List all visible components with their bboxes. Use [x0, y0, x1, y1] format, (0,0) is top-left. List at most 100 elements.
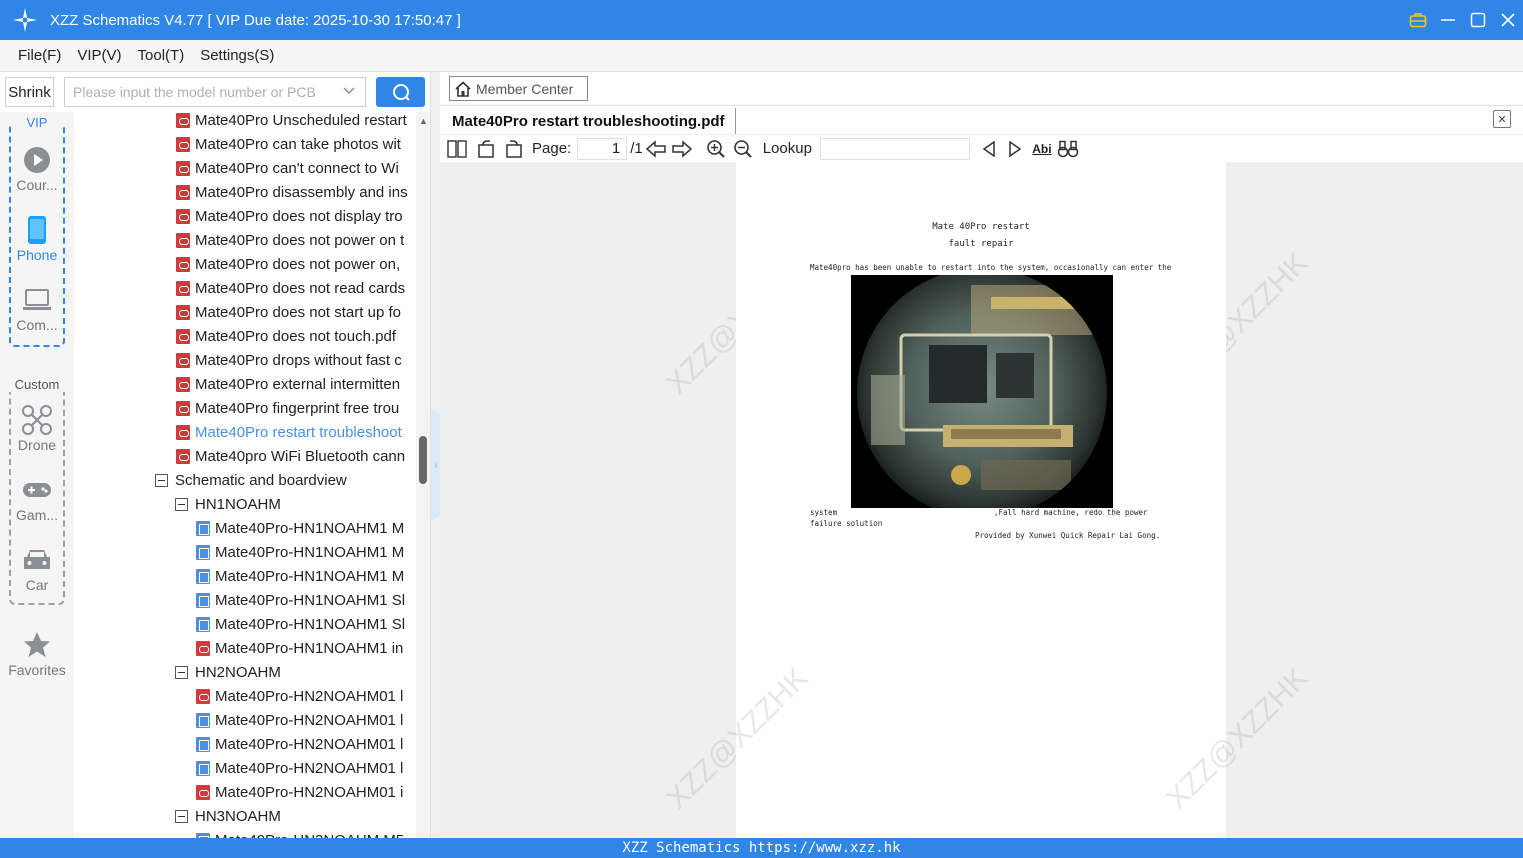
status-text: XZZ Schematics https://www.xzz.hk	[622, 840, 901, 856]
tree-file-item[interactable]: Mate40Pro does not display tro	[176, 204, 416, 228]
doc-text-line: Mate40pro has been unable to restart int…	[810, 263, 1172, 272]
category-phone[interactable]: Phone	[0, 213, 74, 263]
tree-item-label: Mate40Pro disassembly and ins	[195, 183, 408, 201]
close-button[interactable]	[1493, 0, 1523, 40]
tree-file-item[interactable]: Mate40Pro can take photos wit	[176, 132, 416, 156]
tree-file-item[interactable]: Mate40Pro drops without fast c	[176, 348, 416, 372]
menu-settings[interactable]: Settings(S)	[200, 47, 274, 64]
category-car[interactable]: Car	[0, 543, 74, 593]
vip-bag-icon[interactable]	[1403, 0, 1433, 40]
tree-file-item[interactable]: Mate40Pro can't connect to Wi	[176, 156, 416, 180]
collapse-toggle-icon[interactable]	[175, 809, 188, 823]
tree-item-label: Mate40Pro-HN2NOAHM01 l	[215, 735, 404, 753]
phone-icon	[0, 213, 74, 247]
member-center-label: Member Center	[476, 80, 574, 97]
laptop-icon	[0, 283, 74, 317]
boardview-file-icon	[196, 760, 210, 776]
tree-item-label: Mate40Pro-HN1NOAHM1 in	[215, 639, 404, 657]
category-drone[interactable]: Drone	[0, 403, 74, 453]
tree-scrollbar[interactable]: ▲	[416, 112, 430, 838]
scrollbar-thumb[interactable]	[419, 436, 427, 484]
tree-file-item[interactable]: Mate40Pro-HN2NOAHM01 l	[196, 732, 416, 756]
collapse-toggle-icon[interactable]	[155, 473, 168, 487]
document-tab[interactable]: Mate40Pro restart troubleshooting.pdf	[452, 108, 736, 134]
minimize-button[interactable]	[1433, 0, 1463, 40]
category-label: Com...	[16, 317, 58, 333]
doc-title-line1: Mate 40Pro restart	[932, 222, 1030, 232]
lookup-label: Lookup	[762, 140, 812, 157]
tree-file-item[interactable]: Mate40Pro-HN1NOAHM1 M	[196, 540, 416, 564]
zoom-out-icon[interactable]	[731, 137, 755, 161]
category-favorites[interactable]: Favorites	[0, 628, 74, 678]
boardview-file-icon	[196, 616, 210, 632]
category-computer[interactable]: Com...	[0, 283, 74, 333]
binoculars-icon[interactable]	[1056, 137, 1080, 161]
pdf-page: Mate 40Pro restart fault repair Mate40pr…	[736, 162, 1226, 838]
doc-text-line: failure solution	[810, 519, 883, 528]
category-game[interactable]: Gam...	[0, 473, 74, 523]
tree-file-item[interactable]: Mate40Pro does not power on t	[176, 228, 416, 252]
search-button[interactable]	[376, 77, 425, 107]
drone-icon	[0, 403, 74, 437]
category-course[interactable]: Cour...	[0, 143, 74, 193]
tree-folder-sub3[interactable]: HN3NOAHM	[175, 804, 416, 828]
category-label: Car	[25, 577, 49, 593]
collapse-toggle-icon[interactable]	[175, 497, 188, 511]
tree-file-item[interactable]: Mate40Pro does not start up fo	[176, 300, 416, 324]
maximize-button[interactable]	[1463, 0, 1493, 40]
menu-tool[interactable]: Tool(T)	[138, 47, 185, 64]
member-center-button[interactable]: Member Center	[449, 76, 588, 101]
pdf-file-icon	[176, 400, 190, 416]
search-icon	[392, 84, 410, 101]
zoom-in-icon[interactable]	[701, 137, 731, 161]
chevron-down-icon[interactable]	[343, 84, 355, 98]
tree-file-item[interactable]: Mate40Pro does not read cards	[176, 276, 416, 300]
tree-folder-schematic[interactable]: Schematic and boardview	[155, 468, 416, 492]
tree-file-item[interactable]: Mate40pro WiFi Bluetooth cann	[176, 444, 416, 468]
tree-file-item[interactable]: Mate40Pro disassembly and ins	[176, 180, 416, 204]
page-number-input[interactable]: 1	[577, 137, 628, 160]
pdf-file-icon	[176, 136, 190, 152]
scroll-up-icon[interactable]: ▲	[419, 116, 428, 126]
menu-vip[interactable]: VIP(V)	[77, 47, 121, 64]
pdf-file-icon	[176, 280, 190, 296]
rotate-right-icon[interactable]	[500, 137, 526, 161]
next-page-icon[interactable]	[669, 137, 695, 161]
menu-file[interactable]: File(F)	[18, 47, 61, 64]
tree-file-item[interactable]: Mate40Pro does not power on,	[176, 252, 416, 276]
lookup-input[interactable]	[819, 137, 970, 160]
tree-file-item[interactable]: Mate40Pro restart troubleshoot	[176, 420, 416, 444]
tree-file-item[interactable]: Mate40Pro-HN1NOAHM1 M	[196, 516, 416, 540]
find-previous-icon[interactable]	[976, 137, 1002, 161]
panel-splitter[interactable]: ‹	[430, 72, 441, 838]
search-input[interactable]: Please input the model number or PCB	[64, 77, 366, 107]
tree-file-item[interactable]: Mate40Pro external intermitten	[176, 372, 416, 396]
tree-file-item[interactable]: Mate40Pro fingerprint free trou	[176, 396, 416, 420]
tree-file-item[interactable]: Mate40Pro-HN3NOAHM M5	[196, 828, 416, 838]
tree-item-label: Mate40pro WiFi Bluetooth cann	[195, 447, 406, 465]
tree-folder-sub2[interactable]: HN2NOAHM	[175, 660, 416, 684]
tree-file-item[interactable]: Mate40Pro-HN1NOAHM1 Sl	[196, 588, 416, 612]
shrink-button[interactable]: Shrink	[5, 77, 54, 107]
tree-file-item[interactable]: Mate40Pro-HN1NOAHM1 M	[196, 564, 416, 588]
tree-file-item[interactable]: Mate40Pro-HN2NOAHM01 l	[196, 684, 416, 708]
tree-file-item[interactable]: Mate40Pro-HN2NOAHM01 l	[196, 756, 416, 780]
rotate-left-icon[interactable]	[474, 137, 500, 161]
collapse-toggle-icon[interactable]	[175, 665, 188, 679]
category-bar: VIP Custom Cour... Phone Com... Drone Ga…	[0, 112, 74, 838]
tree-file-item[interactable]: Mate40Pro-HN1NOAHM1 Sl	[196, 612, 416, 636]
tree-file-item[interactable]: Mate40Pro Unscheduled restart	[176, 112, 416, 132]
two-page-icon[interactable]	[440, 137, 474, 161]
tree-file-item[interactable]: Mate40Pro does not touch.pdf	[176, 324, 416, 348]
match-case-icon[interactable]: Abi	[1028, 137, 1056, 161]
close-tab-icon[interactable]: ✕	[1493, 110, 1511, 128]
pdf-viewer[interactable]: XZZ@XZZHK XZZ@XZZHK Mate 40Pro restart f…	[440, 162, 1523, 838]
tree-item-label: HN3NOAHM	[195, 807, 281, 825]
tree-folder-sub1[interactable]: HN1NOAHM	[175, 492, 416, 516]
find-next-icon[interactable]	[1002, 137, 1028, 161]
previous-page-icon[interactable]	[643, 137, 669, 161]
tree-file-item[interactable]: Mate40Pro-HN2NOAHM01 i	[196, 780, 416, 804]
tree-file-item[interactable]: Mate40Pro-HN1NOAHM1 in	[196, 636, 416, 660]
tree-file-item[interactable]: Mate40Pro-HN2NOAHM01 l	[196, 708, 416, 732]
microscope-photo	[851, 275, 1113, 508]
